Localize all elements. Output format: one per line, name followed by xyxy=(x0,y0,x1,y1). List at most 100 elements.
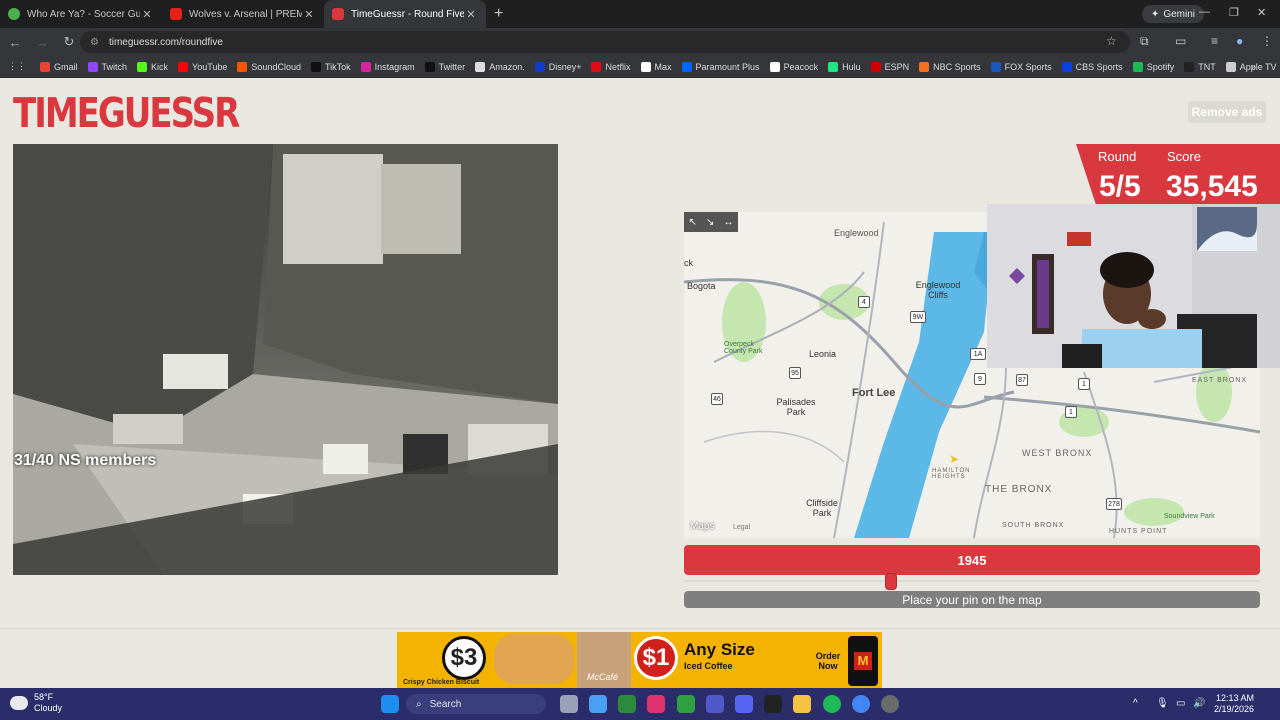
gemini-button[interactable]: ✦ Gemini xyxy=(1141,5,1204,23)
ad-order-now[interactable]: Order Now xyxy=(811,651,845,671)
obs-icon[interactable] xyxy=(881,695,899,713)
reload-icon[interactable]: ↻ xyxy=(57,34,81,50)
extensions-icon[interactable]: ⧉ xyxy=(1140,34,1149,49)
legal-link[interactable]: Legal xyxy=(733,524,750,531)
more-bookmarks-icon[interactable]: » xyxy=(1251,62,1256,72)
new-tab-button[interactable]: + xyxy=(494,5,503,23)
close-icon[interactable]: ✕ xyxy=(464,8,478,21)
apps-icon[interactable]: ⋮⋮ xyxy=(8,61,26,72)
bookmark-label: ESPN xyxy=(884,61,910,72)
bookmark-icon xyxy=(237,61,248,72)
bookmark-youtube[interactable]: YouTube xyxy=(178,61,227,72)
route-shield: 278 xyxy=(1106,498,1122,510)
cast-icon[interactable]: ▭ xyxy=(1175,34,1186,48)
close-icon[interactable]: ✕ xyxy=(140,8,154,21)
ad-price-2: $1 xyxy=(634,636,678,680)
route-shield: 1 xyxy=(1065,406,1077,418)
bookmark-icon xyxy=(137,61,148,72)
profile-icon[interactable]: ● xyxy=(1236,34,1243,48)
file-explorer-icon[interactable] xyxy=(793,695,811,713)
discord-icon[interactable] xyxy=(735,695,753,713)
tab-soccer-guesser[interactable]: Who Are Ya? - Soccer Guesser ✕ xyxy=(0,0,162,28)
bookmark-kick[interactable]: Kick xyxy=(137,61,168,72)
close-icon[interactable]: ✕ xyxy=(302,8,316,21)
year-slider-thumb[interactable] xyxy=(885,573,898,590)
bookmark-label: TikTok xyxy=(324,61,351,72)
stream-overlay-text: 31/40 NS members xyxy=(14,452,157,469)
year-slider-track[interactable] xyxy=(684,580,1260,582)
bookmark-twitch[interactable]: Twitch xyxy=(87,61,127,72)
bookmark-amazon[interactable]: Amazon. xyxy=(475,61,525,72)
bookmark-spotify[interactable]: Spotify xyxy=(1132,61,1174,72)
volume-icon[interactable]: 🔊 xyxy=(1193,698,1205,709)
biscuit-image xyxy=(494,634,574,684)
bookmark-tiktok[interactable]: TikTok xyxy=(310,61,351,72)
spotify-icon[interactable] xyxy=(823,695,841,713)
mcdonalds-logo-icon: M xyxy=(854,652,872,670)
horizontal-icon[interactable]: ↔ xyxy=(723,217,733,228)
star-icon[interactable]: ☆ xyxy=(1106,34,1117,48)
menu-icon[interactable]: ⋮ xyxy=(1261,34,1273,48)
teams-icon[interactable] xyxy=(706,695,724,713)
bookmark-tnt[interactable]: TNT xyxy=(1184,61,1216,72)
bookmark-cbs-sports[interactable]: CBS Sports xyxy=(1061,61,1123,72)
bookmark-label: Amazon. xyxy=(489,61,525,72)
place-pin-button[interactable]: Place your pin on the map xyxy=(684,591,1260,608)
network-icon[interactable]: ▭ xyxy=(1176,698,1185,709)
terminal-icon[interactable] xyxy=(618,695,636,713)
bookmark-netflix[interactable]: Netflix xyxy=(591,61,631,72)
bookmark-icon xyxy=(1225,61,1236,72)
back-icon[interactable]: ← xyxy=(3,35,27,50)
bookmark-instagram[interactable]: Instagram xyxy=(360,61,415,72)
epic-games-icon[interactable] xyxy=(764,695,782,713)
task-view-icon[interactable] xyxy=(560,695,578,713)
weather-widget[interactable]: 58°F Cloudy xyxy=(10,692,62,714)
bookmark-icon xyxy=(828,61,839,72)
bookmark-soundcloud[interactable]: SoundCloud xyxy=(237,61,301,72)
microphone-icon[interactable]: 🎙 xyxy=(1156,698,1169,709)
route-shield: 87 xyxy=(1016,374,1028,386)
taskbar-search[interactable]: ⌕ Search xyxy=(406,694,546,714)
url-field[interactable]: ⚙ timeguessr.com/roundfive xyxy=(80,31,1130,53)
copilot-icon[interactable] xyxy=(589,695,607,713)
map-label-west-bronx: WEST BRONX xyxy=(1022,448,1093,458)
bookmark-icon xyxy=(591,61,602,72)
street-photo-image xyxy=(13,144,558,575)
timeguessr-logo[interactable]: TIMEGUESSR xyxy=(13,90,240,138)
ad-banner[interactable]: $3 Crispy Chicken Biscuit McCafé $1 Any … xyxy=(397,632,882,688)
media-icon[interactable]: ≡ xyxy=(1211,34,1218,48)
bookmark-nbc-sports[interactable]: NBC Sports xyxy=(919,61,981,72)
expand-icon[interactable]: ↖ xyxy=(689,217,697,228)
close-window-icon[interactable]: ✕ xyxy=(1257,6,1266,19)
bookmark-paramount-plus[interactable]: Paramount Plus xyxy=(681,61,760,72)
bookmark-hulu[interactable]: Hulu xyxy=(828,61,861,72)
restore-icon[interactable]: ❐ xyxy=(1229,6,1239,19)
bookmark-espn[interactable]: ESPN xyxy=(870,61,910,72)
route-shield: 9 xyxy=(974,373,986,385)
taskbar-clock[interactable]: 12:13 AM 2/19/2026 xyxy=(1212,693,1254,715)
cloud-icon xyxy=(10,696,28,710)
site-info-icon[interactable]: ⚙ xyxy=(90,37,99,48)
bookmark-icon xyxy=(310,61,321,72)
bookmark-gmail[interactable]: Gmail xyxy=(40,61,78,72)
phone-image: M xyxy=(848,636,878,686)
tab-wolves-arsenal[interactable]: Wolves v. Arsenal | PREMIER LE ✕ xyxy=(162,0,324,28)
chrome-icon[interactable] xyxy=(852,695,870,713)
minimize-icon[interactable]: — xyxy=(1199,6,1210,18)
shrink-icon[interactable]: ↘ xyxy=(706,217,714,228)
apple-maps-logo: Maps xyxy=(690,521,714,532)
chevron-up-icon[interactable]: ^ xyxy=(1133,698,1138,709)
ad-headline: Any Size xyxy=(684,640,755,659)
xbox-icon[interactable] xyxy=(677,695,695,713)
route-shield: 95 xyxy=(789,367,801,379)
bookmark-fox-sports[interactable]: FOX Sports xyxy=(990,61,1052,72)
bookmark-disney[interactable]: Disney+ xyxy=(534,61,581,72)
store-icon[interactable] xyxy=(647,695,665,713)
bookmark-max[interactable]: Max xyxy=(640,61,672,72)
forward-icon[interactable]: → xyxy=(30,35,54,50)
windows-start-icon[interactable] xyxy=(381,695,399,713)
remove-ads-button[interactable]: Remove ads xyxy=(1188,101,1266,123)
bookmark-twitter[interactable]: Twitter xyxy=(424,61,465,72)
tab-timeguessr[interactable]: TimeGuessr - Round Five ✕ xyxy=(324,0,486,28)
bookmark-peacock[interactable]: Peacock xyxy=(769,61,818,72)
